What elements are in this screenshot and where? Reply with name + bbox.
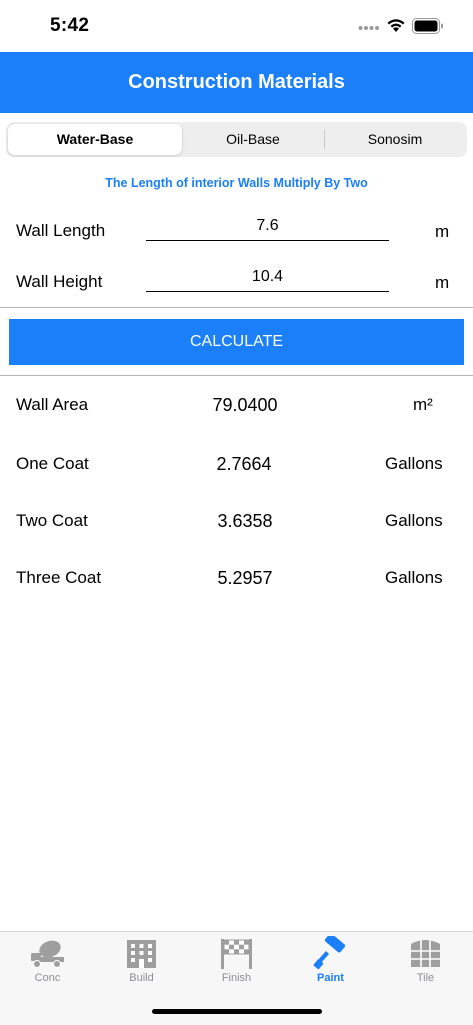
tab-tile[interactable]: Tile: [378, 932, 473, 992]
segment-water-base[interactable]: Water-Base: [8, 124, 182, 155]
result-label-one-coat: One Coat: [16, 454, 89, 473]
result-value-wall-area: 79.0400: [212, 395, 278, 415]
instruction-hint: The Length of interior Walls Multiply By…: [105, 176, 368, 190]
wall-length-input[interactable]: [146, 212, 389, 241]
wall-length-unit: m: [435, 222, 450, 241]
page-title: Construction Materials: [128, 71, 345, 93]
paint-roller-icon: [313, 936, 346, 969]
tab-paint-label: Paint: [317, 972, 344, 984]
result-value-two-coat: 3.6358: [217, 511, 273, 531]
segment-sonosim[interactable]: Sonosim: [324, 124, 466, 155]
home-indicator: [152, 1009, 322, 1014]
tab-conc[interactable]: Conc: [0, 932, 95, 992]
battery-icon: [412, 18, 443, 34]
building-icon: [127, 940, 156, 968]
result-label-three-coat: Three Coat: [16, 568, 102, 587]
result-label-wall-area: Wall Area: [16, 395, 89, 414]
result-unit-one-coat: Gallons: [385, 454, 443, 473]
finish-flag-icon: [221, 939, 252, 969]
cellular-signal-icon: [358, 26, 379, 30]
result-label-two-coat: Two Coat: [16, 511, 88, 530]
tab-finish[interactable]: Finish: [189, 932, 284, 992]
tab-conc-label: Conc: [34, 972, 61, 984]
concrete-mixer-icon: [31, 940, 64, 968]
result-unit-wall-area: m²: [413, 395, 433, 414]
wall-height-label: Wall Height: [16, 272, 103, 291]
tab-paint[interactable]: Paint: [283, 932, 378, 992]
divider: [0, 375, 473, 376]
wall-length-label: Wall Length: [16, 221, 106, 240]
result-value-one-coat: 2.7664: [216, 454, 272, 474]
calculate-button[interactable]: CALCULATE: [9, 319, 464, 365]
tab-finish-label: Finish: [221, 972, 252, 984]
wifi-icon: [387, 19, 405, 32]
tab-tile-label: Tile: [416, 972, 435, 984]
tab-build-label: Build: [129, 972, 154, 984]
result-unit-two-coat: Gallons: [385, 511, 443, 530]
segment-oil-base[interactable]: Oil-Base: [182, 124, 324, 155]
result-unit-three-coat: Gallons: [385, 568, 443, 587]
tab-build[interactable]: Build: [94, 932, 189, 992]
tile-icon: [411, 939, 440, 967]
wall-height-input[interactable]: [146, 263, 389, 292]
paint-type-segmented-control: Water-Base Oil-Base Sonosim: [6, 122, 467, 157]
wall-height-unit: m: [435, 273, 450, 292]
result-value-three-coat: 5.2957: [217, 568, 273, 588]
status-time: 5:42: [50, 15, 90, 36]
divider: [0, 307, 473, 308]
